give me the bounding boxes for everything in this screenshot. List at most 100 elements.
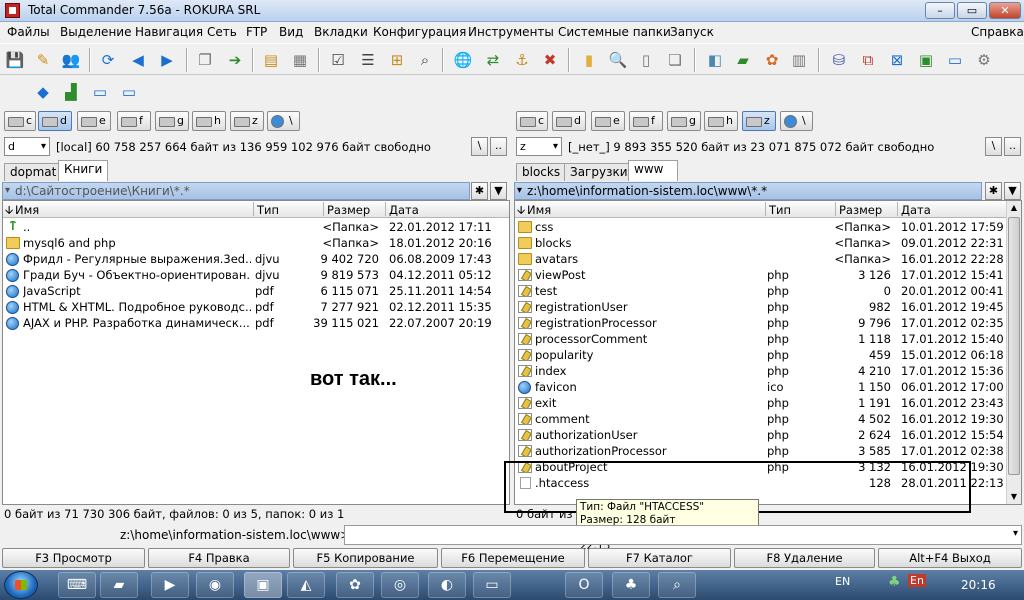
column-name[interactable]: Имя xyxy=(15,203,39,217)
drive-h-button[interactable]: h xyxy=(704,111,738,131)
tree-icon[interactable]: ⊞ xyxy=(384,47,410,73)
select-list-icon[interactable]: ☑ xyxy=(325,47,351,73)
close-button[interactable]: ✕ xyxy=(989,2,1021,19)
tab-zagruzki[interactable]: Загрузки xyxy=(564,163,634,181)
explorer-icon[interactable]: ▰ xyxy=(100,572,138,598)
left-root-button[interactable]: \ xyxy=(471,137,488,156)
file-row[interactable]: Фридл - Регулярные выражения.3ed... djvu 9… xyxy=(3,251,509,267)
shell-icon[interactable]: ⊠ xyxy=(884,47,910,73)
menu-navigation[interactable]: Навигация xyxy=(135,25,203,39)
menu-launch[interactable]: Запуск xyxy=(670,25,714,39)
right-scrollbar[interactable]: ▲ ▼ xyxy=(1006,201,1021,504)
tab-www[interactable]: www xyxy=(628,160,678,181)
save-icon[interactable]: ▣ xyxy=(244,572,282,598)
file-row[interactable]: index php 4 210 17.01.2012 15:36 xyxy=(515,363,1021,379)
files-icon[interactable]: ❏ xyxy=(662,47,688,73)
copy-icon[interactable]: ❐ xyxy=(192,47,218,73)
menu-selection[interactable]: Выделение xyxy=(60,25,131,39)
network-drive-button[interactable]: \ xyxy=(780,111,813,131)
network-drive-button[interactable]: \ xyxy=(267,111,300,131)
keyboard-icon[interactable]: ⌨ xyxy=(58,572,96,598)
left-file-panel[interactable]: 🡫 Имя Тип Размер Дата .. <Папка> 22.01.201… xyxy=(2,200,510,505)
drive-e-button[interactable]: e xyxy=(591,111,625,131)
users-icon[interactable]: 👥 xyxy=(58,47,84,73)
visual-studio-icon[interactable]: ◭ xyxy=(287,572,325,598)
column-size[interactable]: Размер xyxy=(327,203,370,217)
column-type[interactable]: Тип xyxy=(769,203,791,217)
printer-icon[interactable]: ▣ xyxy=(913,47,939,73)
forward-icon[interactable]: ▶ xyxy=(154,47,180,73)
tab-knigi[interactable]: Книги xyxy=(58,160,109,181)
file-row[interactable]: exit php 1 191 16.01.2012 23:43 xyxy=(515,395,1021,411)
back-icon[interactable]: ◀ xyxy=(125,47,151,73)
drive-g-button[interactable]: g xyxy=(667,111,701,131)
paint-icon[interactable]: ✿ xyxy=(759,47,785,73)
drive-z-button[interactable]: z xyxy=(230,111,264,131)
column-size[interactable]: Размер xyxy=(839,203,882,217)
drive-f-button[interactable]: f xyxy=(117,111,151,131)
brief-view-icon[interactable]: ☰ xyxy=(355,47,381,73)
window-blank-icon[interactable]: ▭ xyxy=(87,79,113,105)
file-row[interactable]: .. <Папка> 22.01.2012 17:11 xyxy=(3,219,509,235)
media-player-icon[interactable]: ◐ xyxy=(428,572,466,598)
file-row[interactable]: authorizationUser php 2 624 16.01.2012 15:5… xyxy=(515,427,1021,443)
menu-ftp[interactable]: FTP xyxy=(246,25,267,39)
left-parent-button[interactable]: .. xyxy=(490,137,507,156)
menu-system-folders[interactable]: Системные папки xyxy=(558,25,671,39)
chart-icon[interactable]: ▟ xyxy=(58,79,84,105)
file-row[interactable]: JavaScript pdf 6 115 071 25.11.2011 14:54 xyxy=(3,283,509,299)
menu-tools[interactable]: Инструменты xyxy=(468,25,554,39)
command-line-input[interactable] xyxy=(344,525,1022,545)
file-row[interactable]: css <Папка> 10.01.2012 17:59 xyxy=(515,219,1021,235)
drive-f-button[interactable]: f xyxy=(629,111,663,131)
alt-f4-exit-button[interactable]: Alt+F4 Выход xyxy=(878,548,1022,568)
tab-dopmat[interactable]: dopmat xyxy=(4,163,63,181)
menu-view[interactable]: Вид xyxy=(279,25,303,39)
clock-time[interactable]: 20:16 xyxy=(961,578,996,592)
opera-icon[interactable]: O xyxy=(565,572,603,598)
ftp-disconnect-icon[interactable]: ✖ xyxy=(537,47,563,73)
notes-icon[interactable]: ▯ xyxy=(633,47,659,73)
net-connect-icon[interactable]: 🌐 xyxy=(450,47,476,73)
drive-c-button[interactable]: c xyxy=(4,111,36,131)
catalog-icon[interactable]: ◧ xyxy=(702,47,728,73)
edit-icon[interactable]: ▰ xyxy=(730,47,756,73)
drive-g-button[interactable]: g xyxy=(155,111,189,131)
unpack-icon[interactable]: ▦ xyxy=(287,47,313,73)
file-row[interactable]: AJAX и PHP. Разработка динамическ... pdf 3… xyxy=(3,315,509,331)
menu-files[interactable]: Файлы xyxy=(7,25,50,39)
drive-z-button[interactable]: z xyxy=(742,111,776,131)
net-disconnect-icon[interactable]: ⇄ xyxy=(480,47,506,73)
file-row[interactable]: comment php 4 502 16.01.2012 19:30 xyxy=(515,411,1021,427)
file-row[interactable]: blocks <Папка> 09.01.2012 22:31 xyxy=(515,235,1021,251)
search-icon[interactable]: ⌕ xyxy=(658,572,696,598)
window-blank-icon[interactable]: ▭ xyxy=(116,79,142,105)
file-row[interactable]: registrationUser php 982 16.01.2012 19:45 xyxy=(515,299,1021,315)
cube-icon[interactable]: ◆ xyxy=(30,79,56,105)
menu-network[interactable]: Сеть xyxy=(207,25,237,39)
f3-view-button[interactable]: F3 Просмотр xyxy=(2,548,145,568)
floppy-save-icon[interactable]: 💾 xyxy=(2,47,28,73)
f6-move-button[interactable]: F6 Перемещение xyxy=(441,548,585,568)
file-row[interactable]: popularity php 459 15.01.2012 06:18 xyxy=(515,347,1021,363)
file-row[interactable]: registrationProcessor php 9 796 17.01.2012 … xyxy=(515,315,1021,331)
f8-delete-button[interactable]: F8 Удаление xyxy=(734,548,875,568)
binoculars-icon[interactable]: ⛁ xyxy=(826,47,852,73)
move-icon[interactable]: ➔ xyxy=(222,47,248,73)
f4-edit-button[interactable]: F4 Правка xyxy=(148,548,290,568)
menu-configuration[interactable]: Конфигурация xyxy=(373,25,466,39)
file-row[interactable]: HTML & XHTML. Подробное руководс... pdf 7 … xyxy=(3,299,509,315)
start-button[interactable] xyxy=(4,571,38,599)
right-drive-select[interactable]: z xyxy=(516,137,562,156)
search-icon[interactable]: ⌕ xyxy=(412,47,438,73)
right-file-panel[interactable]: 🡫 Имя Тип Размер Дата css <Папка> 10.01.20… xyxy=(514,200,1022,505)
window-icon[interactable]: ▭ xyxy=(473,572,511,598)
right-root-button[interactable]: \ xyxy=(985,137,1002,156)
ftp-icon[interactable]: ⚓ xyxy=(509,47,535,73)
pack-icon[interactable]: ▤ xyxy=(258,47,284,73)
tabs-icon[interactable]: ▭ xyxy=(942,47,968,73)
file-row[interactable]: avatars <Папка> 16.01.2012 22:28 xyxy=(515,251,1021,267)
drive-c-button[interactable]: c xyxy=(516,111,548,131)
qip-icon[interactable]: ✿ xyxy=(336,572,374,598)
db-icon[interactable]: ▥ xyxy=(786,47,812,73)
